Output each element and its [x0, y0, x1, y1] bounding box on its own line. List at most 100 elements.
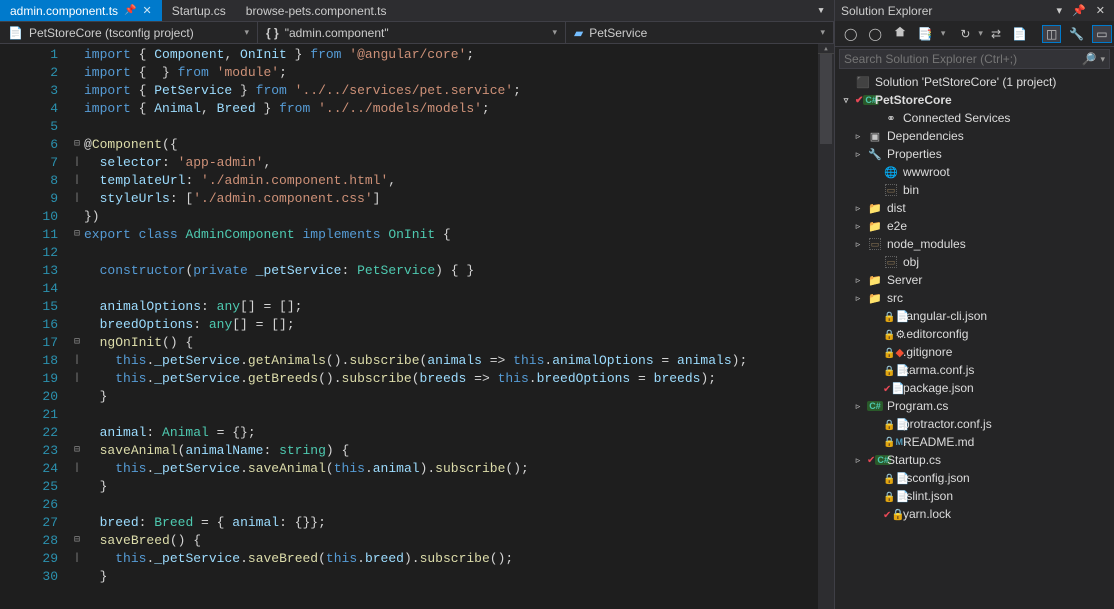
expand-icon[interactable]: ▹ [853, 275, 863, 286]
expand-icon[interactable]: • [869, 185, 879, 195]
show-all-icon[interactable]: 📄 [1009, 26, 1030, 42]
expand-icon[interactable]: • [869, 329, 879, 339]
tree-item[interactable]: ▹C#Program.cs [835, 397, 1114, 415]
lock-json-icon: 🔒📄 [883, 418, 899, 431]
tree-item-label: Properties [887, 147, 942, 161]
document-tab[interactable]: admin.component.ts 📌 ✕ [0, 0, 162, 21]
vertical-scrollbar[interactable]: ▴ [818, 44, 834, 609]
tree-item-label: wwwroot [903, 165, 950, 179]
search-input[interactable] [844, 52, 1078, 66]
expand-icon[interactable]: ▹ [853, 221, 863, 232]
expand-icon[interactable]: • [869, 365, 879, 375]
refresh-icon[interactable]: ↻ [957, 26, 973, 42]
back-icon[interactable]: ◯ [841, 26, 860, 42]
tree-item[interactable]: ▹▭node_modules [835, 235, 1114, 253]
folder-d-icon: ▭ [883, 184, 899, 196]
close-icon[interactable]: ✕ [143, 4, 152, 17]
expand-icon[interactable]: ▿ [841, 95, 851, 106]
expand-icon[interactable]: ▹ [853, 131, 863, 142]
forward-icon[interactable]: ◯ [865, 26, 884, 42]
tree-item[interactable]: •🔒⚙.editorconfig [835, 325, 1114, 343]
close-icon[interactable]: ✕ [1093, 3, 1108, 18]
tree-item[interactable]: ▹📁dist [835, 199, 1114, 217]
tree-item[interactable]: • 🔒📄 karma.conf.js [835, 361, 1114, 379]
expand-icon[interactable]: • [869, 491, 879, 501]
nav-member-dropdown[interactable]: ▰ PetService ▾ [566, 22, 834, 43]
tree-item[interactable]: ▹📁src [835, 289, 1114, 307]
tree-item[interactable]: ▿✔C#PetStoreCore [835, 91, 1114, 109]
fold-gutter[interactable]: ⊟|||⊟⊟||⊟|⊟| [70, 44, 84, 609]
tree-item[interactable]: •▭bin [835, 181, 1114, 199]
view-icon[interactable]: ▭ [1092, 25, 1111, 43]
code-editor[interactable]: import { Component, OnInit } from '@angu… [84, 44, 818, 609]
nav-scope-dropdown[interactable]: { } "admin.component" ▾ [258, 22, 566, 43]
expand-icon[interactable]: • [869, 311, 879, 321]
expand-icon[interactable]: ▹ [853, 149, 863, 160]
tree-item-label: Startup.cs [887, 453, 941, 467]
tree-item-label: src [887, 291, 903, 305]
tree-item[interactable]: •🔒◆.gitignore [835, 343, 1114, 361]
document-tabs: admin.component.ts 📌 ✕ Startup.csbrowse-pet… [0, 0, 834, 22]
tab-label: admin.component.ts [10, 4, 118, 18]
tree-item[interactable]: ▹🔧Properties [835, 145, 1114, 163]
expand-icon[interactable]: • [869, 347, 879, 357]
solution-tree[interactable]: •⬛Solution 'PetStoreCore' (1 project)▿✔C… [835, 71, 1114, 609]
folder-d-icon: ▭ [883, 256, 899, 268]
expand-icon[interactable]: • [869, 509, 879, 519]
tree-item[interactable]: ▹📁e2e [835, 217, 1114, 235]
properties-icon[interactable]: 🔧 [1066, 26, 1087, 42]
tree-item[interactable]: •🔒📄tslint.json [835, 487, 1114, 505]
search-icon[interactable]: 🔎 [1082, 52, 1097, 66]
expand-icon[interactable]: • [841, 77, 851, 87]
tree-item[interactable]: ▹✔C#Startup.cs [835, 451, 1114, 469]
expand-icon[interactable]: • [869, 437, 879, 447]
tree-item[interactable]: •⚭Connected Services [835, 109, 1114, 127]
document-tab[interactable]: browse-pets.component.ts [236, 0, 397, 21]
collapse-icon[interactable]: ⇄ [988, 26, 1004, 42]
tree-item-label: tslint.json [903, 489, 953, 503]
tab-overflow-icon[interactable]: ▾ [814, 2, 828, 19]
expand-icon[interactable]: ▹ [853, 455, 863, 466]
expand-icon[interactable]: ▹ [853, 239, 863, 250]
tree-item[interactable]: •✔🔒yarn.lock [835, 505, 1114, 523]
pin-icon[interactable]: 📌 [1069, 3, 1089, 18]
scrollbar-thumb[interactable] [820, 54, 832, 144]
tree-item-label: karma.conf.js [903, 363, 974, 377]
window-position-icon[interactable]: ▾ [1054, 3, 1066, 18]
chevron-down-icon: ▾ [244, 27, 249, 38]
expand-icon[interactable]: ▹ [853, 203, 863, 214]
tree-item[interactable]: •🔒📄tsconfig.json [835, 469, 1114, 487]
tree-item-label: e2e [887, 219, 907, 233]
sync-icon[interactable]: 📑 [915, 26, 936, 42]
search-dropdown-icon[interactable]: ▾ [1100, 54, 1105, 65]
split-handle-icon[interactable]: ▴ [818, 44, 834, 54]
tree-item[interactable]: •🔒M↓README.md [835, 433, 1114, 451]
tree-item[interactable]: • 🌐 wwwroot [835, 163, 1114, 181]
expand-icon[interactable]: ▹ [853, 401, 863, 412]
home-icon[interactable] [890, 24, 910, 43]
preview-icon[interactable]: ◫ [1042, 25, 1061, 43]
expand-icon[interactable]: • [869, 419, 879, 429]
check-lock-icon: ✔🔒 [883, 508, 899, 521]
expand-icon[interactable]: • [869, 167, 879, 177]
globe-icon: 🌐 [883, 166, 899, 179]
tree-item[interactable]: •🔒📄protractor.conf.js [835, 415, 1114, 433]
pin-icon[interactable]: 📌 [124, 5, 136, 16]
tree-item[interactable]: ▹📁Server [835, 271, 1114, 289]
nav-project-dropdown[interactable]: 📄 PetStoreCore (tsconfig project) ▾ [0, 22, 258, 43]
tree-item[interactable]: •⬛Solution 'PetStoreCore' (1 project) [835, 73, 1114, 91]
expand-icon[interactable]: ▹ [853, 293, 863, 304]
document-tab[interactable]: Startup.cs [162, 0, 236, 21]
solution-search[interactable]: 🔎 ▾ [839, 49, 1110, 69]
lock-json-icon: 🔒📄 [883, 364, 899, 377]
tree-item[interactable]: •🔒📄.angular-cli.json [835, 307, 1114, 325]
expand-icon[interactable]: • [869, 257, 879, 267]
tree-item[interactable]: •✔📄package.json [835, 379, 1114, 397]
expand-icon[interactable]: • [869, 383, 879, 393]
lock-json-icon: 🔒📄 [883, 472, 899, 485]
tree-item[interactable]: ▹▣Dependencies [835, 127, 1114, 145]
field-icon: ▰ [574, 26, 583, 40]
tree-item[interactable]: •▭obj [835, 253, 1114, 271]
expand-icon[interactable]: • [869, 473, 879, 483]
expand-icon[interactable]: • [869, 113, 879, 123]
